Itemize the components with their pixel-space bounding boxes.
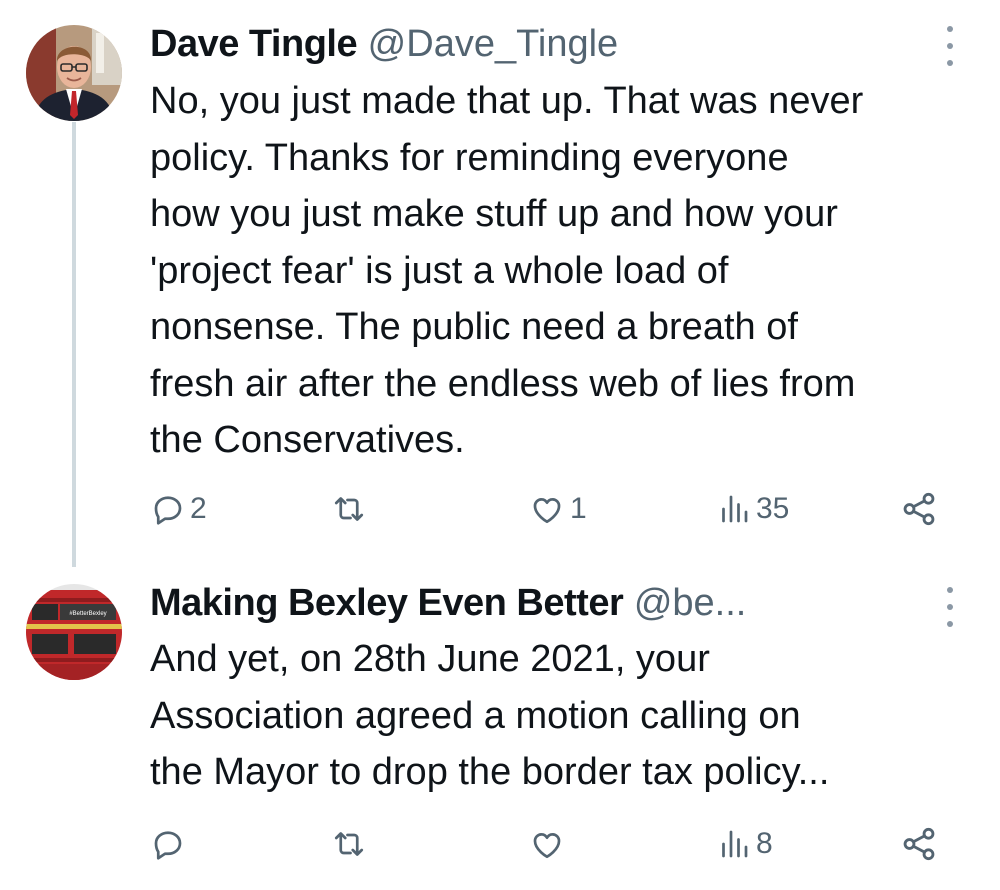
share-icon xyxy=(903,492,935,526)
author-name[interactable]: Dave Tingle xyxy=(150,23,358,65)
tweet-text: No, you just made that up. That was neve… xyxy=(150,80,864,461)
repost-icon xyxy=(334,497,364,521)
views-count: 35 xyxy=(756,492,790,525)
tweet-header: Dave Tingle @Dave_Tingle xyxy=(150,22,930,66)
share-icon xyxy=(903,827,935,861)
more-icon[interactable] xyxy=(941,26,959,66)
repost-button[interactable] xyxy=(330,822,372,866)
views-button[interactable]: 35 xyxy=(716,487,789,531)
author-name[interactable]: Making Bexley Even Better xyxy=(150,582,624,624)
avatar-making-bexley-even-better[interactable]: #BetterBexley xyxy=(26,584,122,680)
views-count: 8 xyxy=(756,827,773,860)
share-button[interactable] xyxy=(900,822,938,866)
views-button[interactable]: 8 xyxy=(716,822,773,866)
like-button[interactable]: 1 xyxy=(528,487,587,531)
like-button[interactable] xyxy=(528,822,570,866)
like-icon xyxy=(533,498,561,524)
reply-button[interactable]: 2 xyxy=(150,487,207,531)
reply-count: 2 xyxy=(190,492,207,525)
tweet-text: And yet, on 28th June 2021, your Associa… xyxy=(150,638,830,793)
author-handle[interactable]: @Dave_Tingle xyxy=(368,23,619,65)
views-icon xyxy=(722,495,748,523)
reply-icon xyxy=(154,496,182,525)
avatar-dave-tingle[interactable] xyxy=(26,25,122,121)
tweet-header: Making Bexley Even Better @be... xyxy=(150,581,930,625)
repost-button[interactable] xyxy=(330,487,372,531)
like-count: 1 xyxy=(570,492,587,525)
reply-icon xyxy=(154,831,182,860)
share-button[interactable] xyxy=(900,487,938,531)
more-icon[interactable] xyxy=(941,587,959,627)
repost-icon xyxy=(334,832,364,856)
author-handle[interactable]: @be... xyxy=(634,582,747,624)
like-icon xyxy=(533,833,561,859)
views-icon xyxy=(722,830,748,858)
svg-text:#BetterBexley: #BetterBexley xyxy=(69,611,106,617)
tweet-dave-tingle[interactable]: Dave Tingle @Dave_Tingle No, you just ma… xyxy=(0,0,1000,560)
reply-button[interactable] xyxy=(150,822,190,866)
tweet-making-bexley-even-better[interactable]: #BetterBexley Making Bexley Even Better … xyxy=(0,565,1000,890)
tweet-actions: 8 xyxy=(150,822,950,866)
tweet-actions: 2 1 35 xyxy=(150,487,950,531)
